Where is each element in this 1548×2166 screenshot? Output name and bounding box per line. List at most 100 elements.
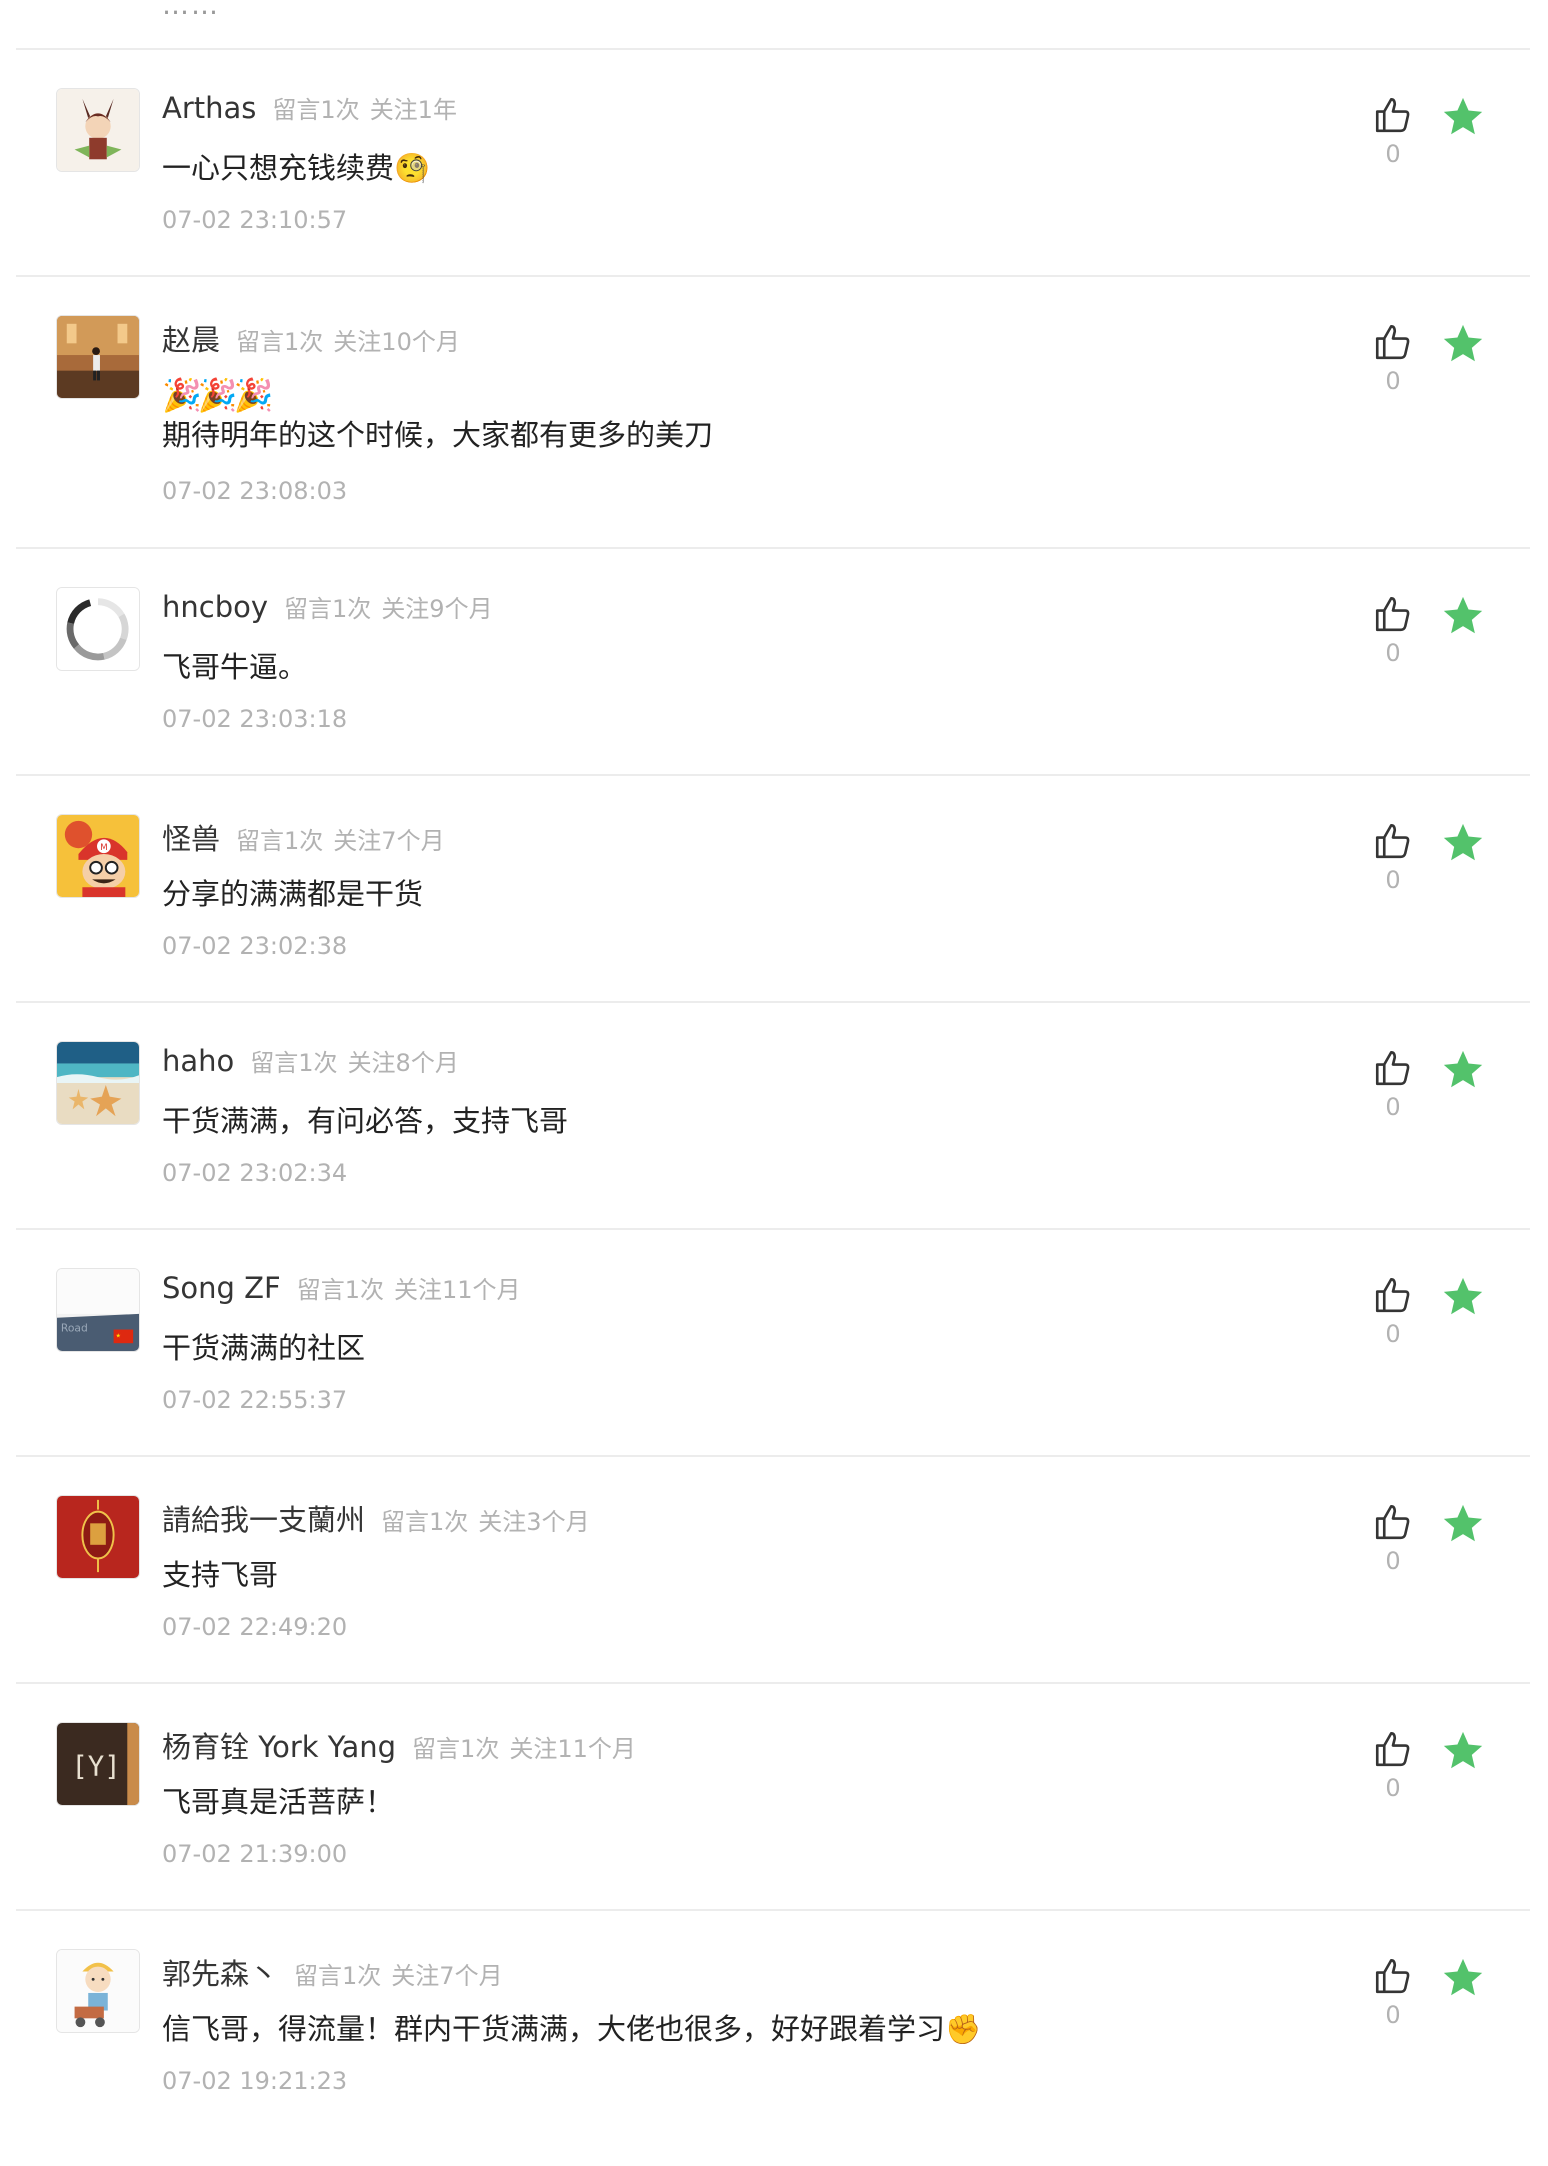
username[interactable]: 請給我一支蘭州 — [162, 1503, 365, 1537]
star-icon — [1443, 596, 1483, 634]
follow-duration: 关注11个月 — [394, 1276, 521, 1304]
like-button[interactable]: 0 — [1370, 1728, 1416, 1802]
star-icon — [1443, 1277, 1483, 1315]
party-popper-emoji: 🎉🎉🎉 — [162, 376, 274, 414]
like-count: 0 — [1385, 1320, 1401, 1348]
message-count: 留言1次 — [236, 328, 324, 356]
featured-star-button[interactable] — [1440, 593, 1488, 641]
username[interactable]: 怪兽 — [162, 822, 220, 856]
like-button[interactable]: 0 — [1370, 1501, 1416, 1575]
comment-body: 飞哥牛逼。 — [162, 647, 307, 687]
featured-star-button[interactable] — [1440, 1274, 1488, 1322]
avatar[interactable]: M — [56, 814, 140, 898]
comment-header: haho 留言1次 关注8个月 — [162, 1043, 459, 1078]
avatar[interactable] — [56, 315, 140, 399]
like-button[interactable]: 0 — [1370, 1047, 1416, 1121]
timestamp: 07-02 23:02:34 — [162, 1159, 348, 1187]
featured-star-button[interactable] — [1440, 1728, 1488, 1776]
avatar[interactable] — [56, 1041, 140, 1125]
message-count: 留言1次 — [250, 1049, 338, 1077]
like-count: 0 — [1385, 140, 1401, 168]
username[interactable]: 杨育铨 York Yang — [162, 1730, 396, 1764]
svg-text:Road: Road — [61, 1321, 88, 1334]
featured-star-button[interactable] — [1440, 1955, 1488, 2003]
timestamp: 07-02 23:10:57 — [162, 206, 348, 234]
user-meta: 留言1次 关注3个月 — [381, 1508, 590, 1536]
comment-header: 郭先森丶 留言1次 关注7个月 — [162, 1951, 503, 1993]
timestamp: 07-02 22:49:20 — [162, 1613, 348, 1641]
follow-duration: 关注3个月 — [478, 1508, 590, 1536]
comment-item: Arthas 留言1次 关注1年 一心只想充钱续费🧐 07-02 23:10:57 … — [16, 48, 1530, 275]
follow-duration: 关注7个月 — [333, 827, 445, 855]
follow-duration: 关注10个月 — [333, 328, 460, 356]
comment-body: 一心只想充钱续费🧐 — [162, 148, 430, 188]
thumbs-up-icon — [1375, 324, 1410, 360]
message-count: 留言1次 — [236, 827, 324, 855]
thumbs-up-icon — [1375, 97, 1410, 133]
message-count: 留言1次 — [284, 595, 372, 623]
user-meta: 留言1次 关注9个月 — [284, 595, 493, 623]
comment-header: hncboy 留言1次 关注9个月 — [162, 589, 493, 624]
follow-duration: 关注8个月 — [347, 1049, 459, 1077]
comment-item: 赵晨 留言1次 关注10个月 🎉🎉🎉 期待明年的这个时候，大家都有更多的美刀 07-… — [16, 275, 1530, 547]
like-button[interactable]: 0 — [1370, 1274, 1416, 1348]
thumbs-up-icon — [1375, 823, 1410, 859]
comment-header: 杨育铨 York Yang 留言1次 关注11个月 — [162, 1724, 636, 1766]
featured-star-button[interactable] — [1440, 1501, 1488, 1549]
comment-text: 信飞哥，得流量！群内干货满满，大佬也很多，好好跟着学习✊ — [162, 2012, 982, 2046]
timestamp: 07-02 21:39:00 — [162, 1840, 348, 1868]
svg-text:★: ★ — [116, 1332, 121, 1339]
username[interactable]: 郭先森丶 — [162, 1957, 278, 1991]
comment-text: 干货满满的社区 — [162, 1331, 366, 1365]
user-meta: 留言1次 关注11个月 — [412, 1735, 636, 1763]
comment-item: 郭先森丶 留言1次 关注7个月 信飞哥，得流量！群内干货满满，大佬也很多，好好跟着学… — [16, 1909, 1530, 2136]
comment-header: 怪兽 留言1次 关注7个月 — [162, 816, 445, 858]
comment-body: 支持飞哥 — [162, 1555, 278, 1595]
username[interactable]: Arthas — [162, 91, 256, 125]
like-button[interactable]: 0 — [1370, 593, 1416, 667]
star-icon — [1443, 1504, 1483, 1542]
like-button[interactable]: 0 — [1370, 321, 1416, 395]
avatar[interactable] — [56, 1495, 140, 1579]
avatar[interactable]: [Y] — [56, 1722, 140, 1806]
avatar[interactable] — [56, 1949, 140, 2033]
red-lantern-avatar-icon — [57, 1496, 139, 1578]
user-meta: 留言1次 关注1年 — [272, 96, 457, 124]
comment-text: 分享的满满都是干货 — [162, 877, 424, 911]
loading-spinner-avatar-icon — [57, 588, 139, 670]
user-meta: 留言1次 关注11个月 — [297, 1276, 521, 1304]
username[interactable]: 赵晨 — [162, 323, 220, 357]
avatar[interactable] — [56, 88, 140, 172]
road-flag-avatar-icon: Road ★ — [57, 1269, 139, 1351]
comment-text: 一心只想充钱续费🧐 — [162, 151, 431, 185]
partial-timestamp-top: …… — [162, 0, 220, 21]
like-button[interactable]: 0 — [1370, 820, 1416, 894]
username[interactable]: hncboy — [162, 590, 268, 624]
like-count: 0 — [1385, 639, 1401, 667]
mario-cartoon-avatar-icon: M — [57, 815, 139, 897]
comment-item: Road ★ Song ZF 留言1次 关注11个月 干货满满的社区 07-02 2… — [16, 1228, 1530, 1455]
like-button[interactable]: 0 — [1370, 94, 1416, 168]
thumbs-up-icon — [1375, 596, 1410, 632]
svg-text:[Y]: [Y] — [71, 1752, 120, 1783]
username[interactable]: Song ZF — [162, 1271, 281, 1305]
like-count: 0 — [1385, 866, 1401, 894]
username[interactable]: haho — [162, 1044, 234, 1078]
featured-star-button[interactable] — [1440, 321, 1488, 369]
timestamp: 07-02 23:03:18 — [162, 705, 348, 733]
avatar[interactable]: Road ★ — [56, 1268, 140, 1352]
timestamp: 07-02 22:55:37 — [162, 1386, 348, 1414]
thumbs-up-icon — [1375, 1277, 1410, 1313]
featured-star-button[interactable] — [1440, 94, 1488, 142]
like-count: 0 — [1385, 2001, 1401, 2029]
message-count: 留言1次 — [272, 96, 360, 124]
like-button[interactable]: 0 — [1370, 1955, 1416, 2029]
timestamp: 07-02 23:02:38 — [162, 932, 348, 960]
featured-star-button[interactable] — [1440, 1047, 1488, 1095]
message-count: 留言1次 — [381, 1508, 469, 1536]
comment-body: 分享的满满都是干货 — [162, 874, 423, 914]
message-count: 留言1次 — [296, 1276, 384, 1304]
user-meta: 留言1次 关注8个月 — [250, 1049, 459, 1077]
featured-star-button[interactable] — [1440, 820, 1488, 868]
avatar[interactable] — [56, 587, 140, 671]
